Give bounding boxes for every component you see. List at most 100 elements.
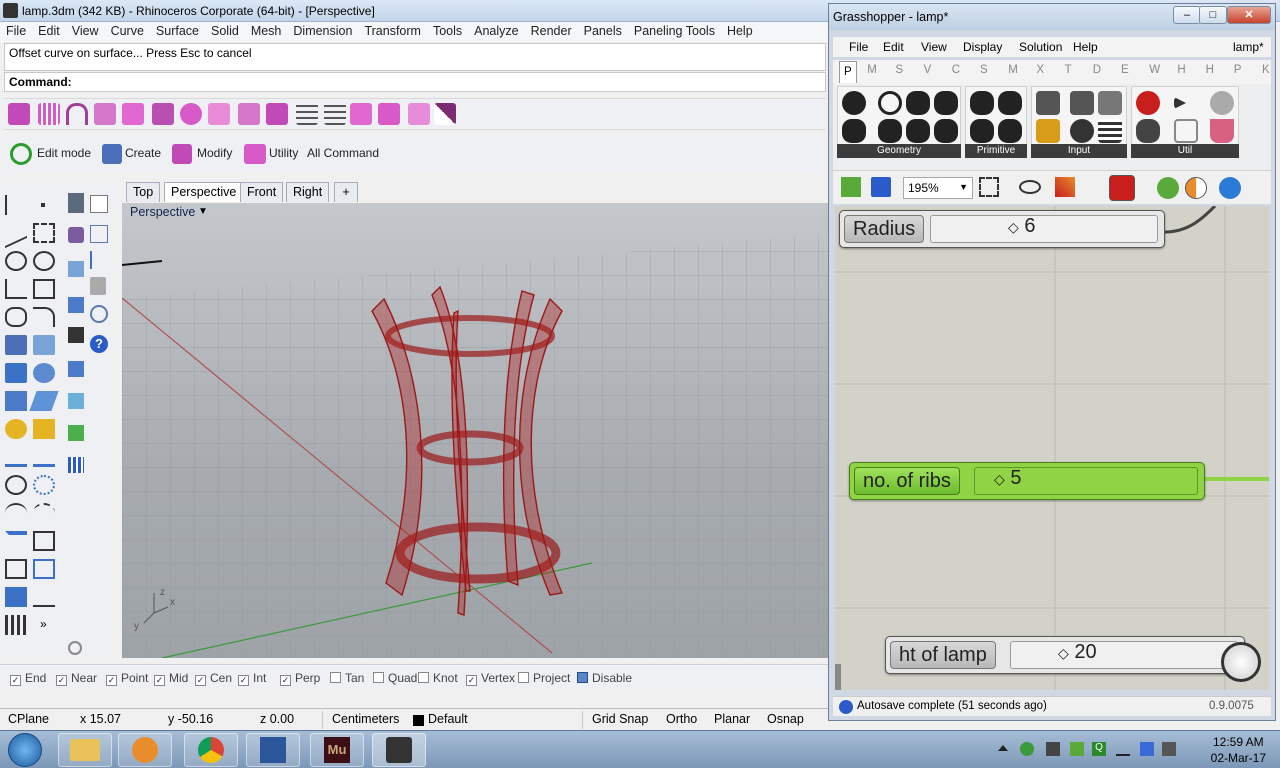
- surface-tool-icon[interactable]: [8, 103, 30, 125]
- preview-settings-icon[interactable]: [1219, 177, 1241, 199]
- flask-icon[interactable]: [1210, 119, 1234, 143]
- checkbox-icon[interactable]: [330, 672, 341, 683]
- media-taskbar-button[interactable]: [118, 733, 172, 767]
- grid-snap-toggle[interactable]: Grid Snap: [592, 712, 648, 726]
- properties-icon[interactable]: [90, 225, 108, 243]
- menu-surface[interactable]: Surface: [150, 22, 205, 38]
- geometry-param-icon[interactable]: [842, 91, 866, 115]
- explode-icon[interactable]: [33, 419, 55, 439]
- loft-icon[interactable]: [94, 103, 116, 125]
- planar-toggle[interactable]: Planar: [714, 712, 750, 726]
- open-file-icon[interactable]: [841, 177, 861, 197]
- gh-tab-8[interactable]: T: [1065, 64, 1072, 76]
- more-tools-icon[interactable]: »: [40, 617, 62, 637]
- list-input-icon[interactable]: [1098, 119, 1122, 143]
- line-param-icon[interactable]: [842, 119, 866, 143]
- show-hidden-icons[interactable]: [998, 745, 1008, 751]
- arch-surface-icon[interactable]: [66, 103, 88, 125]
- save-file-icon[interactable]: [871, 177, 891, 197]
- ungroup-icon[interactable]: [33, 475, 55, 495]
- checkbox-icon[interactable]: ✓: [56, 675, 67, 686]
- checkbox-icon[interactable]: [577, 672, 588, 683]
- menu-edit[interactable]: Edit: [32, 22, 66, 38]
- circle-param-icon[interactable]: [878, 91, 902, 115]
- tray-nvidia-icon[interactable]: [1070, 742, 1084, 756]
- tab-front[interactable]: Front: [240, 182, 284, 202]
- chrome-taskbar-button[interactable]: [184, 733, 238, 767]
- revolve-icon[interactable]: [152, 103, 174, 125]
- create-icon[interactable]: [102, 144, 122, 164]
- tree-icon[interactable]: [1136, 119, 1160, 143]
- patch-icon[interactable]: [238, 103, 260, 125]
- checkbox-icon[interactable]: ✓: [154, 675, 165, 686]
- height-slider[interactable]: ht of lamp ◇ 20: [885, 636, 1245, 674]
- tray-battery-icon[interactable]: [1140, 742, 1154, 756]
- gh-menu-display[interactable]: Display: [963, 40, 1002, 54]
- utility-button[interactable]: Utility: [269, 146, 298, 160]
- ribbon-label-geometry[interactable]: Geometry: [837, 144, 961, 158]
- gh-tab-13[interactable]: H: [1206, 64, 1214, 76]
- view-icon[interactable]: [68, 297, 84, 313]
- menu-mesh[interactable]: Mesh: [245, 22, 288, 38]
- menu-paneling-tools[interactable]: Paneling Tools: [628, 22, 721, 38]
- gh-canvas[interactable]: Radius ◇ 6 no. of ribs ◇ 5 ht of lamp ◇ …: [835, 206, 1269, 690]
- osnap-quad[interactable]: Quad: [373, 671, 417, 685]
- sun-icon[interactable]: [68, 393, 84, 409]
- solid-sphere-icon[interactable]: [33, 363, 55, 383]
- menu-analyze[interactable]: Analyze: [468, 22, 524, 38]
- osnap-end[interactable]: ✓ End: [10, 671, 46, 686]
- gh-tab-9[interactable]: D: [1093, 64, 1101, 76]
- checkbox-icon[interactable]: ✓: [466, 675, 477, 686]
- osnap-disable[interactable]: Disable: [577, 671, 632, 685]
- display-color-icon[interactable]: [1185, 177, 1207, 199]
- gh-menu-view[interactable]: View: [921, 40, 947, 54]
- muse-taskbar-button[interactable]: Mu: [310, 733, 364, 767]
- checkbox-icon[interactable]: ✓: [238, 675, 249, 686]
- command-prompt[interactable]: Command:: [4, 72, 826, 92]
- gh-menu-edit[interactable]: Edit: [883, 40, 904, 54]
- gh-menu-file[interactable]: File: [849, 40, 868, 54]
- radius-slider[interactable]: Radius ◇ 6: [839, 210, 1165, 248]
- gh-doc-name[interactable]: lamp*: [1233, 40, 1264, 54]
- curve-from-object-icon[interactable]: [5, 503, 27, 523]
- rebuild-icon[interactable]: [350, 103, 372, 125]
- osnap-toggle[interactable]: Osnap: [767, 712, 804, 726]
- word-taskbar-button[interactable]: [246, 733, 300, 767]
- height-slider-track[interactable]: [1010, 641, 1238, 669]
- brep-param-icon[interactable]: [906, 119, 930, 143]
- graph-input-icon[interactable]: [1098, 91, 1122, 115]
- integer-param-icon[interactable]: [998, 91, 1022, 115]
- text-param-icon[interactable]: [998, 119, 1022, 143]
- menu-render[interactable]: Render: [525, 22, 578, 38]
- menu-tools[interactable]: Tools: [427, 22, 468, 38]
- gh-tab-5[interactable]: S: [980, 64, 988, 76]
- surface-param-icon[interactable]: [934, 91, 958, 115]
- cherry-icon[interactable]: [1136, 91, 1160, 115]
- surface-grid-icon[interactable]: [38, 103, 60, 125]
- grid-menu-icon[interactable]: [5, 615, 27, 635]
- arrow-outline-icon[interactable]: [1174, 119, 1198, 143]
- tab-right[interactable]: Right: [286, 182, 330, 202]
- gh-tab-15[interactable]: K: [1262, 64, 1270, 76]
- menu-panels[interactable]: Panels: [578, 22, 628, 38]
- polyline-icon[interactable]: [5, 217, 27, 249]
- solid-plane-icon[interactable]: [29, 391, 59, 411]
- arrow-right-icon[interactable]: [1174, 97, 1186, 109]
- viewport-title[interactable]: Perspective: [130, 205, 195, 219]
- mesh-param-icon[interactable]: [878, 119, 902, 143]
- solid-cylinder-icon[interactable]: [5, 391, 27, 411]
- gear-icon[interactable]: [5, 419, 27, 439]
- gh-tab-0[interactable]: P: [839, 61, 857, 83]
- help-icon[interactable]: ?: [90, 335, 108, 353]
- boolean-param-icon[interactable]: [970, 91, 994, 115]
- solid-box-icon[interactable]: [5, 363, 27, 383]
- surface-edit-icon[interactable]: [5, 335, 27, 355]
- tray-signal-icon[interactable]: [1116, 742, 1130, 756]
- snap-icon[interactable]: [90, 251, 108, 269]
- cplane-label[interactable]: CPlane: [8, 712, 49, 726]
- menu-view[interactable]: View: [66, 22, 105, 38]
- start-button[interactable]: [8, 733, 42, 767]
- number-param-icon[interactable]: [970, 119, 994, 143]
- perspective-viewport[interactable]: z x y Perspective ▼: [122, 203, 828, 658]
- transform-icon[interactable]: [5, 559, 27, 579]
